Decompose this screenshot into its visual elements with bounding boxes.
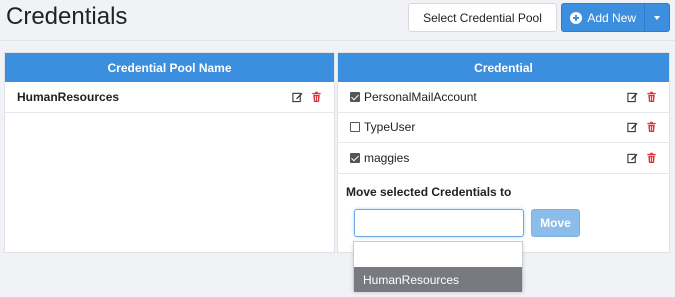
trash-icon[interactable] <box>646 122 657 133</box>
dropdown-option-blank[interactable] <box>354 242 522 267</box>
page-title: Credentials <box>6 3 128 30</box>
credential-name: maggies <box>364 150 410 165</box>
move-button[interactable]: Move <box>531 209 580 237</box>
trash-icon[interactable] <box>646 91 657 102</box>
move-target-dropdown: HumanResources <box>353 241 523 292</box>
edit-icon[interactable] <box>292 92 303 103</box>
edit-icon[interactable] <box>627 152 638 163</box>
credential-pool-select[interactable]: Select Credential Pool <box>408 3 557 32</box>
move-target-input[interactable] <box>354 209 524 237</box>
add-new-dropdown-toggle[interactable] <box>644 4 669 31</box>
credential-column-header: Credential <box>338 53 669 82</box>
add-new-button[interactable]: Add New <box>562 4 644 31</box>
plus-circle-icon <box>570 11 583 24</box>
caret-down-icon <box>654 15 661 20</box>
edit-icon[interactable] <box>627 122 638 133</box>
dropdown-option-humanresources[interactable]: HumanResources <box>354 267 522 292</box>
header-divider <box>0 40 675 41</box>
credential-pool-panel: Credential Pool Name HumanResources <box>4 52 335 253</box>
credential-checkbox[interactable] <box>350 152 360 163</box>
credential-row[interactable]: TypeUser <box>338 113 669 143</box>
credential-checkbox[interactable] <box>350 91 360 102</box>
credential-name: TypeUser <box>364 120 416 135</box>
pool-column-header: Credential Pool Name <box>5 53 334 82</box>
add-new-label: Add New <box>587 10 637 25</box>
trash-icon[interactable] <box>646 152 657 163</box>
credential-row[interactable]: PersonalMailAccount <box>338 82 669 113</box>
trash-icon[interactable] <box>311 91 322 103</box>
credential-panel: Credential PersonalMailAccount TypeUser <box>337 52 670 253</box>
move-credentials-label: Move selected Credentials to <box>346 185 512 199</box>
credential-name: PersonalMailAccount <box>364 89 477 104</box>
add-new-button-group: Add New <box>561 3 670 32</box>
edit-icon[interactable] <box>627 91 638 102</box>
credential-checkbox[interactable] <box>350 122 360 133</box>
pool-row[interactable]: HumanResources <box>5 82 334 113</box>
pool-name: HumanResources <box>17 90 120 104</box>
credential-row[interactable]: maggies <box>338 143 669 174</box>
page-header: Credentials Select Credential Pool Add N… <box>0 0 675 40</box>
